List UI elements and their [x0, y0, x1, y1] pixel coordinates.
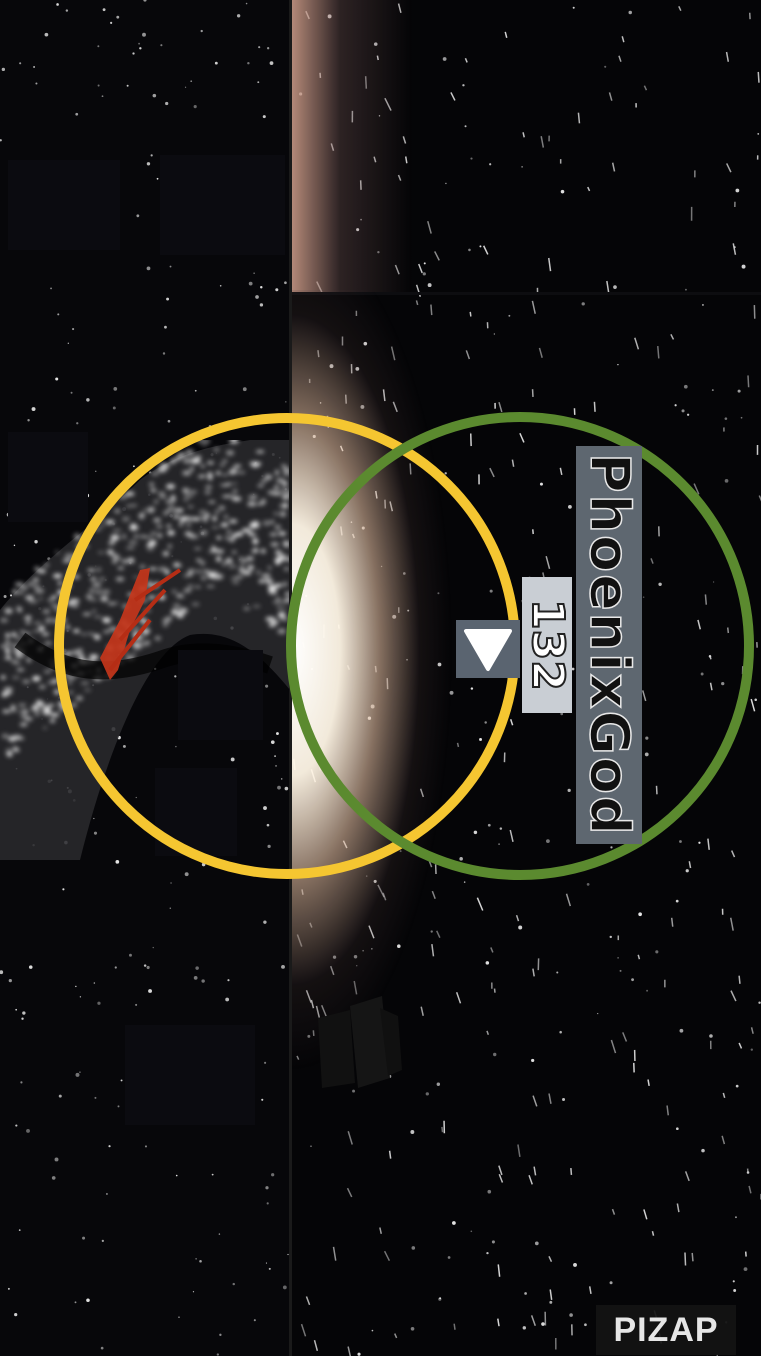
edited-photo-canvas: 132 PhoenixGod PIZAP	[0, 0, 761, 1356]
triangle-badge	[456, 620, 520, 678]
name-label: PhoenixGod	[577, 452, 642, 837]
pizap-watermark: PIZAP	[596, 1305, 736, 1355]
number-label: 132	[521, 598, 574, 692]
name-label-tag: PhoenixGod	[576, 446, 642, 844]
ring-overlay	[54, 412, 754, 880]
number-label-tag: 132	[521, 577, 574, 713]
down-triangle-icon	[464, 629, 512, 671]
